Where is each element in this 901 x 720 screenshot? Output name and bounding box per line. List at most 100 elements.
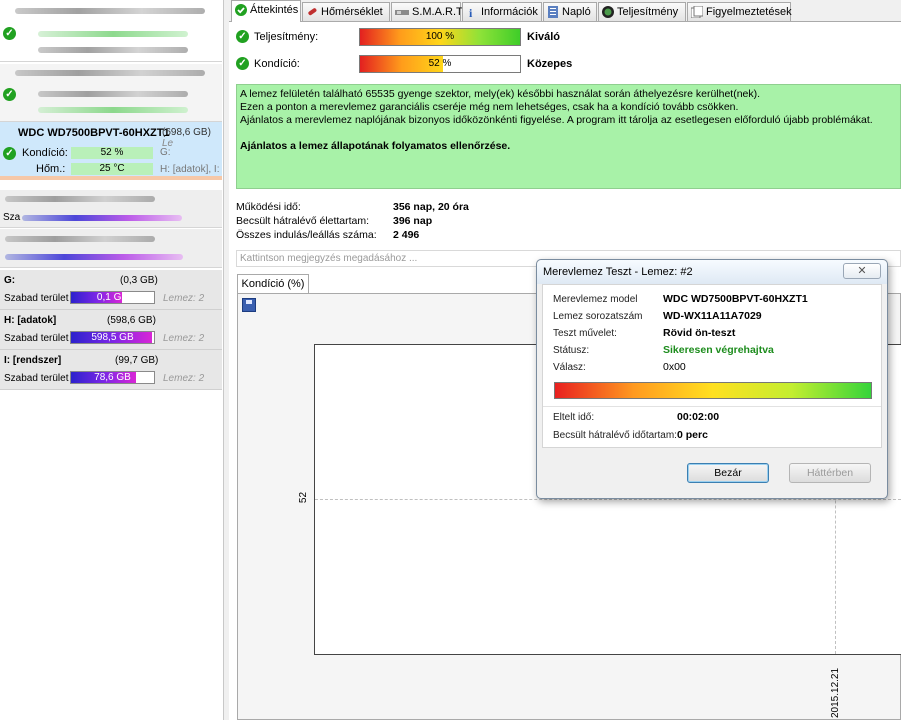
blurred-text	[38, 47, 188, 53]
condition-rating: Közepes	[527, 58, 573, 70]
y-tick-label: 52	[298, 491, 310, 504]
drive-capacity: (598,6 GB)	[107, 315, 156, 326]
disk-list-panel: ✓ ✓ WDC WD7500BPVT-60HXZT1 (698,6 GB) Le…	[0, 0, 224, 720]
close-icon[interactable]: ✕	[843, 263, 881, 279]
tab-label: Figyelmeztetések	[706, 6, 792, 18]
drive-row-g[interactable]: G: (0,3 GB) Szabad terület 0,1 GB Lemez:…	[0, 270, 222, 310]
free-space-bar: 0,1 GB	[70, 291, 155, 304]
drive-capacity: (99,7 GB)	[115, 355, 159, 366]
message-recommendation: Ajánlatos a lemez állapotának folyamatos…	[240, 140, 511, 152]
tab-label: Információk	[481, 6, 538, 18]
drive-name: G:	[4, 275, 16, 286]
disk-card-1[interactable]: ✓	[0, 0, 222, 62]
divider	[543, 406, 881, 407]
temperature-label: Hőm.:	[36, 163, 66, 175]
tab-label: Hőmérséklet	[321, 6, 383, 18]
close-button[interactable]: Bezár	[687, 463, 769, 483]
blurred-bar	[22, 215, 182, 221]
performance-ok-icon: ✓	[236, 30, 249, 43]
drive-name: H: [adatok]	[4, 315, 57, 326]
tab-label: Teljesítmény	[617, 6, 679, 18]
blurred-label: Sza	[3, 212, 21, 223]
disk-card-selected[interactable]: WDC WD7500BPVT-60HXZT1 (698,6 GB) Le ✓ K…	[0, 122, 222, 180]
performance-rating: Kiváló	[527, 31, 561, 43]
operation-value: Rövid ön-teszt	[663, 327, 736, 339]
tab-alerts[interactable]: Figyelmeztetések	[687, 2, 792, 21]
blurred-text	[15, 8, 205, 14]
status-ok-icon: ✓	[3, 88, 16, 101]
disk-card-2[interactable]: ✓	[0, 64, 222, 122]
selection-accent	[0, 176, 222, 180]
elapsed-label: Eltelt idő:	[553, 412, 595, 423]
condition-drive: G:	[160, 147, 171, 158]
drive-disk-label: Lemez: 2	[163, 373, 205, 384]
thermometer-icon	[306, 6, 318, 18]
performance-icon	[602, 6, 614, 18]
remaining-label: Becsült hátralévő időtartam:	[553, 430, 677, 441]
condition-label: Kondíció:	[22, 147, 68, 159]
temperature-drives: H: [adatok], I:	[160, 164, 220, 175]
gridline	[315, 499, 901, 500]
blurred-text	[5, 196, 155, 202]
tab-temperature[interactable]: Hőmérséklet	[302, 2, 390, 21]
smart-icon	[395, 6, 409, 18]
blurred-text	[38, 31, 188, 37]
drive-capacity: (0,3 GB)	[120, 275, 158, 286]
free-space-value: 0,1 GB	[96, 292, 129, 303]
condition-gauge: 52 %	[359, 55, 521, 73]
test-progress-bar	[554, 382, 872, 399]
message-line: A lemez felületén található 65535 gyenge…	[240, 88, 761, 100]
condition-ok-icon: ✓	[236, 57, 249, 70]
tab-info[interactable]: i Információk	[462, 2, 542, 21]
disk-card-3[interactable]: Sza	[0, 190, 222, 228]
serial-value: WD-WX11A11A7029	[663, 310, 762, 322]
remaining-life-label: Becsült hátralévő élettartam:	[236, 215, 370, 227]
tab-log[interactable]: Napló	[543, 2, 597, 21]
free-space-label: Szabad terület	[4, 373, 69, 384]
performance-gauge: 100 %	[359, 28, 521, 46]
tab-performance[interactable]: Teljesítmény	[598, 2, 686, 21]
dialog-titlebar[interactable]: Merevlemez Teszt - Lemez: #2 ✕	[537, 260, 887, 284]
drive-row-h[interactable]: H: [adatok] (598,6 GB) Szabad terület 59…	[0, 310, 222, 350]
free-space-bar: 598,5 GB	[70, 331, 155, 344]
free-space-label: Szabad terület	[4, 293, 69, 304]
performance-label: Teljesítmény:	[254, 31, 319, 43]
status-message-box: A lemez felületén található 65535 gyenge…	[236, 84, 901, 189]
main-tab-bar: Áttekintés Hőmérséklet S.M.A.R.T. i Info…	[229, 0, 901, 22]
status-ok-icon: ✓	[3, 147, 16, 160]
blurred-text	[5, 236, 155, 242]
save-icon[interactable]	[242, 298, 256, 312]
remaining-life-value: 396 nap	[393, 215, 433, 227]
free-space-bar: 78,6 GB	[70, 371, 155, 384]
start-stop-value: 2 496	[393, 229, 420, 241]
start-stop-label: Összes indulás/leállás száma:	[236, 229, 377, 241]
disk-test-dialog: Merevlemez Teszt - Lemez: #2 ✕ Merevleme…	[536, 259, 888, 499]
disk-model: WDC WD7500BPVT-60HXZT1	[18, 127, 170, 139]
drive-disk-label: Lemez: 2	[163, 293, 205, 304]
tab-overview[interactable]: Áttekintés	[231, 0, 301, 22]
tab-label: S.M.A.R.T.	[412, 6, 465, 18]
condition-label: Kondíció:	[254, 58, 300, 70]
info-icon: i	[466, 6, 478, 20]
blurred-text	[38, 107, 188, 113]
dialog-body: Merevlemez model WDC WD7500BPVT-60HXZT1 …	[542, 284, 882, 448]
status-ok-icon: ✓	[3, 27, 16, 40]
condition-mini-bar: 52 %	[71, 147, 153, 159]
tab-condition-chart[interactable]: Kondíció (%)	[237, 274, 309, 294]
tab-label: Áttekintés	[250, 4, 299, 16]
disk-card-4[interactable]	[0, 229, 222, 268]
remaining-value: 0 perc	[677, 429, 708, 441]
blurred-bar	[5, 254, 183, 260]
disk-size: (698,6 GB) Le	[162, 127, 211, 149]
model-label: Merevlemez model	[553, 294, 638, 305]
free-space-value: 598,5 GB	[91, 332, 134, 343]
tab-label: Napló	[562, 6, 591, 18]
svg-text:i: i	[469, 6, 473, 18]
tab-smart[interactable]: S.M.A.R.T.	[391, 2, 465, 21]
serial-label: Lemez sorozatszám	[553, 311, 643, 322]
drive-name: I: [rendszer]	[4, 355, 62, 366]
dialog-title: Merevlemez Teszt - Lemez: #2	[543, 266, 693, 278]
condition-value: 52 %	[428, 58, 452, 69]
drive-row-i[interactable]: I: [rendszer] (99,7 GB) Szabad terület 7…	[0, 350, 222, 390]
background-button[interactable]: Háttérben	[789, 463, 871, 483]
